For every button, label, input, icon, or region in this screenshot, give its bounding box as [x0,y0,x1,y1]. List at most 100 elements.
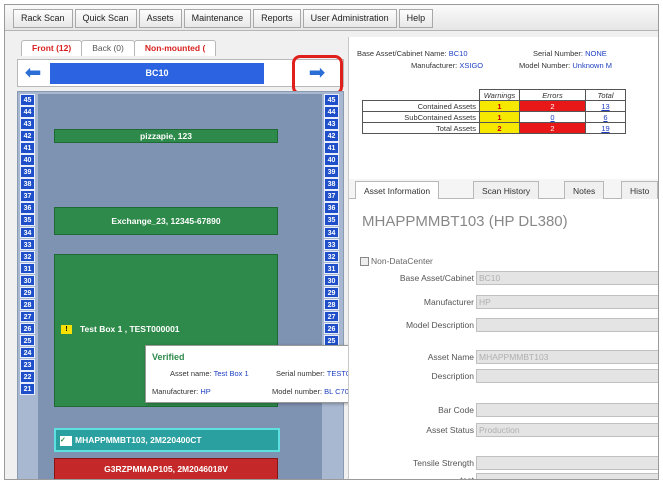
rack-unit: 28 [324,298,339,311]
rack-unit: 43 [324,118,339,130]
tooltip-label: Model number: [272,387,323,396]
asset-details-panel: Base Asset/Cabinet Name: BC10 Serial Num… [348,37,658,480]
model-description-field[interactable] [476,318,658,332]
field-label: Tensile Strength [413,458,474,468]
rack-unit: 42 [324,130,339,142]
tooltip-value: Test Box 1 [213,369,249,378]
tab-front[interactable]: Front (12) [21,40,83,56]
tensile-strength-field[interactable] [476,456,658,470]
tab-non-mounted[interactable]: Non-mounted ( [133,40,217,56]
rack-unit: 30 [20,274,35,287]
rack-unit: 25 [20,334,35,347]
rack-unit: 32 [20,250,35,263]
rack-title: BC10 [50,63,264,84]
menu-maintenance[interactable]: Maintenance [183,9,252,28]
menu-quick-scan[interactable]: Quick Scan [74,9,137,28]
tab-history[interactable]: Histo [621,181,658,199]
rack-unit: 37 [324,190,339,202]
test-field[interactable] [476,473,658,479]
rack-device[interactable]: ✓ MHAPPMMBT103, 2M220400CT [54,428,280,452]
verified-check-icon: ✓ [60,435,72,446]
rack-unit: 42 [20,130,35,142]
rack-unit: 44 [20,106,35,118]
device-label: G3RZPMMAP105, 2M2046018V [104,464,228,474]
rack-unit: 41 [324,142,339,154]
field-label: Manufacturer [423,297,474,307]
header-manufacturer: Manufacturer: XSIGO [411,61,483,70]
field-row: Asset Status Production [349,423,658,437]
field-row: test [349,473,658,480]
rack-unit: 22 [20,371,35,383]
menu-user-administration[interactable]: User Administration [302,9,397,28]
table-row: Total Assets 2 2 19 [362,122,626,134]
rack-unit: 45 [20,94,35,106]
column-errors: Errors [519,89,586,101]
header-serial: Serial Number: NONE [533,49,607,58]
manufacturer-field[interactable]: HP [476,295,658,309]
rack-unit: 29 [324,286,339,299]
tooltip-label: Asset name: [170,369,212,378]
menu-help[interactable]: Help [398,9,434,28]
device-label: pizzapie, 123 [140,131,192,141]
field-label: test [460,475,474,480]
rack-unit: 39 [20,166,35,178]
rack-unit: 43 [20,118,35,130]
header-value: XSIGO [459,61,484,70]
menu-reports[interactable]: Reports [253,9,301,28]
base-asset-field[interactable]: BC10 [476,271,658,285]
tab-notes[interactable]: Notes [564,181,605,199]
rack-device[interactable]: Exchange_23, 12345-67890 [54,207,278,235]
field-label: Asset Status [426,425,474,435]
rack-unit: 44 [324,106,339,118]
rack-unit: 28 [20,298,35,311]
field-row: Tensile Strength [349,456,658,470]
description-field[interactable] [476,369,658,383]
non-datacenter-checkbox-row[interactable]: Non-DataCenter [360,256,433,267]
rack-device[interactable]: G3RZPMMAP105, 2M2046018V [54,458,278,479]
field-row: Base Asset/Cabinet BC10 [349,271,658,285]
previous-rack-arrow-icon[interactable]: ⬅ [22,63,44,83]
rack-unit: 38 [324,178,339,190]
asset-status-field[interactable]: Production [476,423,658,437]
field-row: Asset Name MHAPPMMBT103 [349,350,658,364]
rack-view-tabs: Front (12) Back (0) Non-mounted ( [21,40,217,56]
bar-code-field[interactable] [476,403,658,417]
field-row: Description [349,369,658,383]
non-datacenter-label: Non-DataCenter [371,256,433,266]
table-row: Contained Assets 1 2 13 [362,100,626,112]
header-label: Model Number: [519,61,571,70]
tab-asset-information[interactable]: Asset Information [355,181,440,199]
total-link[interactable]: 6 [585,111,626,123]
column-warnings: Warnings [479,89,520,101]
warnings-cell: 2 [479,122,520,134]
tab-back[interactable]: Back (0) [81,40,135,56]
rack-unit: 26 [20,322,35,335]
menu-assets[interactable]: Assets [138,9,182,28]
tooltip-status: Verified [152,352,185,362]
rack-unit: 31 [324,262,339,275]
field-row: Model Description [349,318,658,332]
asset-name-field[interactable]: MHAPPMMBT103 [476,350,658,364]
field-row: Bar Code [349,403,658,417]
rack-unit: 36 [324,202,339,214]
row-label: Contained Assets [362,100,480,112]
total-link[interactable]: 13 [585,100,626,112]
menu-rack-scan[interactable]: Rack Scan [13,9,73,28]
table-row: SubContained Assets 1 0 6 [362,111,626,123]
warning-icon: ! [61,325,72,335]
field-label: Description [431,371,474,381]
tab-scan-history[interactable]: Scan History [473,181,540,199]
warnings-cell: 1 [479,100,520,112]
errors-cell: 2 [519,100,586,112]
total-link[interactable]: 19 [585,122,626,134]
next-rack-highlight [292,55,343,95]
rack-unit: 21 [20,383,35,395]
errors-link[interactable]: 0 [519,111,586,123]
tooltip-label: Serial number: [276,369,325,378]
row-label: Total Assets [362,122,480,134]
rack-device[interactable]: pizzapie, 123 [54,129,278,143]
tooltip-label: Manufacturer: [152,387,199,396]
non-datacenter-checkbox[interactable] [360,257,369,267]
rack-diagram: 45 44 43 42 41 40 39 38 37 36 35 34 33 3… [17,91,344,479]
rack-unit: 27 [324,310,339,323]
